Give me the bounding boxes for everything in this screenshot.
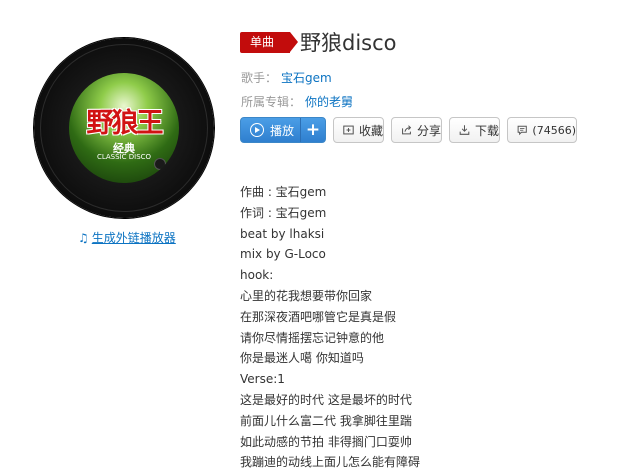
collect-icon bbox=[343, 125, 354, 135]
download-label: 下载 bbox=[474, 123, 499, 138]
collect-button[interactable]: 收藏 bbox=[333, 117, 384, 143]
add-to-playlist-button[interactable]: + bbox=[301, 118, 325, 142]
comment-count: (74566) bbox=[532, 123, 576, 137]
music-note-icon: ♫ bbox=[78, 231, 89, 245]
lyric-line: 这是最好的时代 这是最坏的时代 bbox=[240, 392, 412, 407]
album-link[interactable]: 你的老舅 bbox=[305, 95, 353, 109]
lyric-line: 前面儿什么富二代 我拿脚往里踹 bbox=[240, 413, 412, 428]
lyric-line: hook: bbox=[240, 268, 274, 283]
song-title: 野狼disco bbox=[300, 31, 397, 55]
lyric-line: 如此动感的节拍 非得搁门口耍帅 bbox=[240, 434, 412, 449]
lyric-line: mix by G-Loco bbox=[240, 247, 326, 262]
share-icon bbox=[402, 125, 412, 135]
download-icon bbox=[459, 125, 470, 135]
play-button-group: 播放 + bbox=[240, 117, 326, 143]
share-button[interactable]: 分享 bbox=[391, 117, 442, 143]
comment-icon bbox=[517, 125, 527, 136]
lyric-line: beat by lhaksi bbox=[240, 226, 325, 241]
lyric-line: 作曲 : 宝石gem bbox=[240, 185, 327, 199]
share-label: 分享 bbox=[416, 123, 441, 138]
lyric-line: 你是最迷人噶 你知道吗 bbox=[240, 351, 364, 366]
cover-title: 野狼王 bbox=[86, 108, 164, 139]
lyrics-list: 作曲 : 宝石gem 作词 : 宝石gem beat by lhaksi mix by… bbox=[240, 182, 420, 473]
album-cover: 野狼王 经典 CLASSIC DISCO bbox=[69, 73, 179, 183]
singer-row: 歌手： 宝石gem bbox=[241, 69, 332, 86]
lyric-line: 心里的花我想要带你回家 bbox=[240, 288, 373, 303]
vinyl-spindle bbox=[154, 158, 166, 170]
album-row: 所属专辑： 你的老舅 bbox=[241, 93, 353, 110]
play-button[interactable]: 播放 bbox=[241, 118, 301, 142]
download-button[interactable]: 下载 bbox=[449, 117, 500, 143]
generate-player-link[interactable]: ♫ 生成外链播放器 bbox=[78, 229, 176, 246]
album-vinyl: 野狼王 经典 CLASSIC DISCO bbox=[34, 38, 214, 218]
lyric-line: Verse:1 bbox=[240, 372, 285, 387]
singer-label: 歌手： bbox=[241, 71, 278, 85]
play-label: 播放 bbox=[270, 123, 295, 138]
play-circle-icon bbox=[250, 123, 264, 137]
collect-label: 收藏 bbox=[358, 123, 383, 138]
lyric-line: 在那深夜酒吧哪管它是真是假 bbox=[240, 309, 397, 324]
album-label: 所属专辑： bbox=[241, 95, 302, 109]
player-link-label: 生成外链播放器 bbox=[91, 231, 176, 245]
comment-button[interactable]: (74566) bbox=[507, 117, 577, 143]
lyric-line: 作词 : 宝石gem bbox=[240, 205, 327, 220]
single-badge: 单曲 bbox=[240, 32, 298, 53]
lyric-line: 请你尽情摇摆忘记钟意的他 bbox=[240, 330, 385, 345]
singer-link[interactable]: 宝石gem bbox=[281, 71, 332, 85]
